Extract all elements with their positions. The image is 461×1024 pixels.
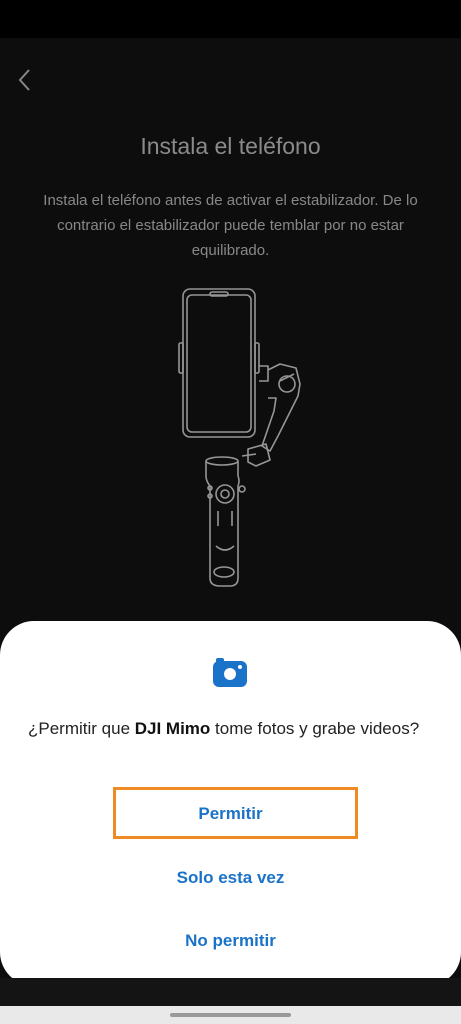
- navigation-bar: [0, 1006, 461, 1024]
- permission-dialog: ¿Permitir que DJI Mimo tome fotos y grab…: [0, 621, 461, 986]
- camera-icon: [213, 658, 247, 687]
- message-prefix: ¿Permitir que: [28, 719, 135, 738]
- status-bar: [0, 0, 461, 38]
- message-suffix: tome fotos y grabe videos?: [210, 719, 420, 738]
- allow-button[interactable]: Permitir: [0, 804, 461, 824]
- deny-button[interactable]: No permitir: [0, 931, 461, 951]
- app-name: DJI Mimo: [134, 719, 211, 738]
- home-handle[interactable]: [170, 1013, 291, 1017]
- allow-once-button[interactable]: Solo esta vez: [0, 868, 461, 888]
- screen-bottom: [0, 978, 461, 1006]
- permission-message: ¿Permitir que DJI Mimo tome fotos y grab…: [28, 717, 438, 741]
